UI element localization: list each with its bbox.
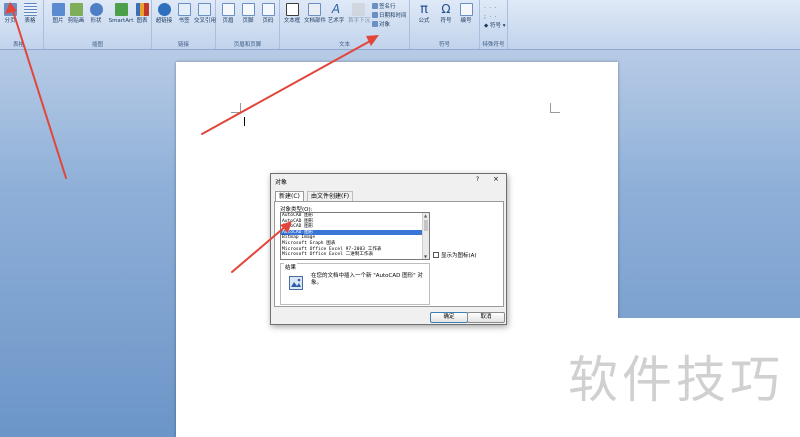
arrowhead-2 [366, 35, 379, 46]
arrowhead-3 [280, 221, 292, 233]
arrowhead-1 [5, 2, 17, 14]
annotation-arrows [5, 2, 379, 273]
arrow-to-autocad-item [231, 225, 287, 273]
arrow-to-object-button [201, 39, 373, 135]
arrow-to-page-break [11, 7, 67, 179]
